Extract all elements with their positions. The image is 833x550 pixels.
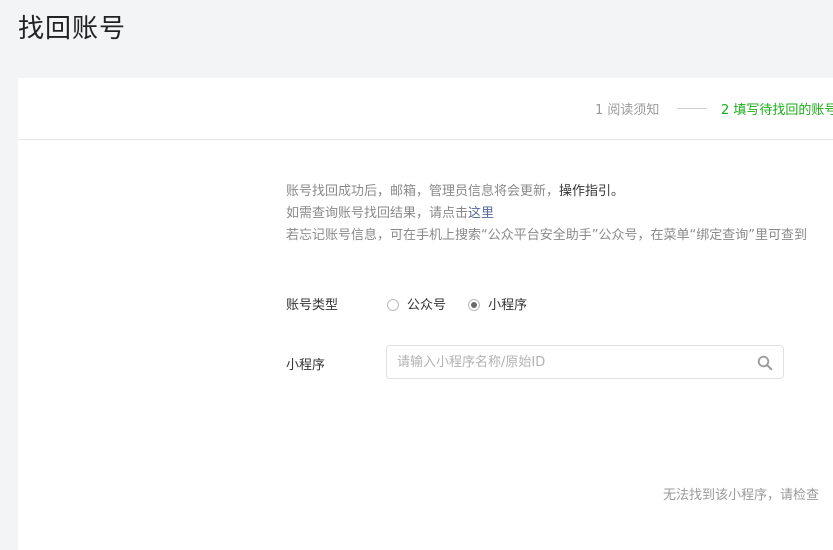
error-message: 无法找到该小程序，请检查 <box>663 488 820 503</box>
step-separator <box>677 108 707 109</box>
radio-circle-icon <box>387 299 399 311</box>
mini-program-search-box <box>386 345 784 379</box>
step-indicator: 1 阅读须知 2 填写待找回的账号 <box>18 78 833 140</box>
mini-program-label: 小程序 <box>286 358 326 373</box>
query-result-link[interactable]: 这里 <box>468 206 494 221</box>
step-read-notice: 1 阅读须知 <box>595 103 660 118</box>
notice-line-3: 若忘记账号信息，可在手机上搜索“公众平台安全助手”公众号，在菜单“绑定查询”里可… <box>286 228 807 243</box>
notice-line-2: 如需查询账号找回结果，请点击这里 <box>286 203 807 225</box>
radio-official-account[interactable]: 公众号 <box>387 294 446 313</box>
radio-mini-program-label: 小程序 <box>488 298 528 313</box>
notice-text: 账号找回成功后，邮箱，管理员信息将会更新，操作指引。 如需查询账号找回结果，请点… <box>286 181 807 247</box>
account-type-label: 账号类型 <box>286 298 339 313</box>
notice-line-2-text: 如需查询账号找回结果，请点击 <box>286 206 469 221</box>
main-card: 1 阅读须知 2 填写待找回的账号 账号找回成功后，邮箱，管理员信息将会更新，操… <box>18 78 833 550</box>
page-title: 找回账号 <box>18 14 127 44</box>
radio-official-account-label: 公众号 <box>407 298 447 313</box>
notice-line-1: 账号找回成功后，邮箱，管理员信息将会更新，操作指引。 <box>286 181 807 203</box>
mini-program-search-input[interactable] <box>387 346 757 378</box>
operation-guide-link[interactable]: 操作指引。 <box>559 184 624 199</box>
radio-checked-icon <box>468 299 481 311</box>
notice-line-1-text: 账号找回成功后，邮箱，管理员信息将会更新， <box>286 184 560 199</box>
radio-mini-program[interactable]: 小程序 <box>468 294 527 313</box>
account-type-radio-group: 公众号 小程序 <box>387 294 545 313</box>
search-icon[interactable] <box>757 355 773 371</box>
step-fill-account: 2 填写待找回的账号 <box>721 103 833 118</box>
